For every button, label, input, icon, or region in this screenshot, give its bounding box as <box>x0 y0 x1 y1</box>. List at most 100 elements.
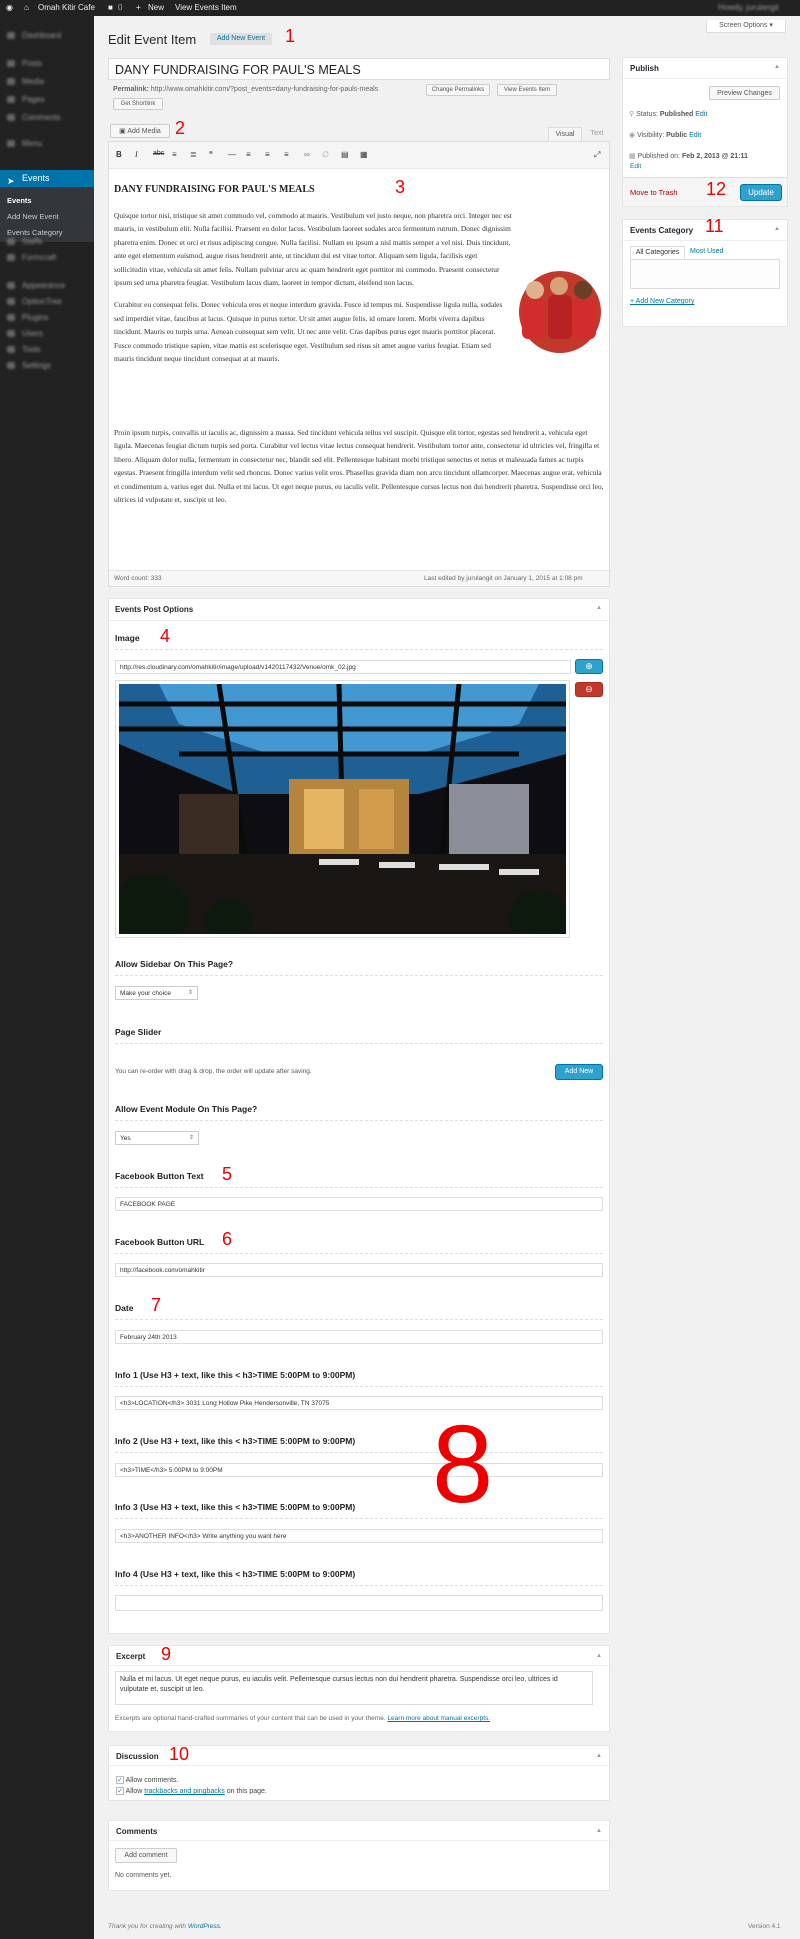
view-events-item-button[interactable]: View Events Item <box>497 84 557 96</box>
info-3-input[interactable]: <h3>ANOTHER INFO</h3> Write anything you… <box>115 1529 603 1543</box>
permalink-url[interactable]: http://www.omahkitir.com/?post_events=da… <box>151 86 378 93</box>
sidebar-item-settings[interactable]: Settings <box>0 358 94 373</box>
collapse-arrow-icon[interactable]: ▲ <box>596 1828 602 1834</box>
submenu-events[interactable]: Events <box>7 196 32 205</box>
sidebar-item-events[interactable]: ➤ Events <box>0 170 94 187</box>
sidebar-item-dashboard[interactable]: Dashboard <box>0 28 94 43</box>
trackbacks-link[interactable]: trackbacks and pingbacks <box>144 1788 225 1795</box>
collapse-arrow-icon[interactable]: ▲ <box>774 226 780 232</box>
sidebar-item-formcraft[interactable]: Formcraft <box>0 250 94 265</box>
info-4-input[interactable] <box>115 1595 603 1611</box>
sidebar-item-tools[interactable]: Tools <box>0 342 94 357</box>
image-url-input[interactable]: http://res.cloudinary.com/omahkitir/imag… <box>115 660 571 674</box>
post-title-input[interactable]: DANY FUNDRAISING FOR PAUL'S MEALS <box>108 58 610 80</box>
content-heading: DANY FUNDRAISING FOR PAUL'S MEALS <box>114 184 315 195</box>
strikethrough-icon[interactable]: abc <box>153 150 164 157</box>
submenu-add-new-event[interactable]: Add New Event <box>7 212 59 221</box>
annotation-7: 7 <box>151 1295 162 1315</box>
tab-visual[interactable]: Visual <box>548 127 582 141</box>
media-icon: ▣ <box>119 128 126 135</box>
visibility-edit-link[interactable]: Edit <box>689 132 701 139</box>
learn-more-excerpts-link[interactable]: Learn more about manual excerpts. <box>387 1715 490 1722</box>
italic-icon[interactable]: I <box>135 150 138 159</box>
update-button[interactable]: Update <box>740 184 782 201</box>
home-icon[interactable]: ⌂ <box>24 3 29 12</box>
allow-comments-checkbox[interactable]: ✓ <box>116 1776 124 1784</box>
add-media-button[interactable]: ▣ Add Media <box>110 124 170 138</box>
wordpress-logo-icon[interactable]: ◉ <box>6 3 13 12</box>
excerpt-help: Excerpts are optional hand-crafted summa… <box>115 1715 491 1722</box>
category-checklist[interactable] <box>630 259 780 289</box>
excerpt-textarea[interactable]: Nulla et mi lacus. Ut eget neque purus, … <box>115 1671 593 1705</box>
get-shortlink-button[interactable]: Get Shortlink <box>113 98 163 110</box>
allow-trackbacks-checkbox[interactable]: ✓ <box>116 1787 124 1795</box>
numbered-list-icon[interactable]: ≣ <box>190 150 197 159</box>
collapse-arrow-icon[interactable]: ▲ <box>596 1753 602 1759</box>
annotation-10: 10 <box>169 1744 190 1764</box>
upload-image-button[interactable]: ⊕ <box>575 659 603 674</box>
wordpress-link[interactable]: WordPress. <box>188 1923 222 1930</box>
facebook-button-url-input[interactable]: http://facebook.com/omahkitir <box>115 1263 603 1277</box>
sidebar-item-comments[interactable]: Comments <box>0 110 94 125</box>
screen-options-button[interactable]: Screen Options ▾ <box>706 20 786 33</box>
view-events-item-link[interactable]: View Events Item <box>175 3 237 12</box>
date-input[interactable]: February 24th 2013 <box>115 1330 603 1344</box>
info-2-label: Info 2 (Use H3 + text, like this < h3>TI… <box>115 1436 356 1446</box>
sidebar-item-optiontree[interactable]: OptionTree <box>0 294 94 309</box>
comments-icon[interactable]: ■ <box>108 3 113 12</box>
sidebar-item-plugins[interactable]: Plugins <box>0 310 94 325</box>
sidebar-item-staffs[interactable]: Staffs <box>0 234 94 249</box>
facebook-button-text-input[interactable]: FACEBOOK PAGE <box>115 1197 603 1211</box>
add-new-category-link[interactable]: + Add New Category <box>630 298 694 305</box>
tab-most-used[interactable]: Most Used <box>690 246 734 259</box>
divider <box>115 1386 603 1387</box>
sidebar-item-appearance[interactable]: Appearance <box>0 278 94 293</box>
collapse-arrow-icon[interactable]: ▲ <box>774 64 780 70</box>
allow-sidebar-select[interactable]: Make your choice ⇕ <box>115 986 198 1000</box>
remove-image-button[interactable]: ⊖ <box>575 682 603 697</box>
horizontal-rule-icon[interactable]: — <box>228 150 236 159</box>
bullet-list-icon[interactable]: ≡ <box>172 150 177 159</box>
add-new-event-button[interactable]: Add New Event <box>210 33 272 45</box>
change-permalinks-button[interactable]: Change Permalinks <box>426 84 490 96</box>
collapse-arrow-icon[interactable]: ▲ <box>596 605 602 611</box>
align-left-icon[interactable]: ≡ <box>246 150 251 159</box>
sidebar-item-posts[interactable]: Posts <box>0 56 94 71</box>
plus-icon[interactable]: + <box>136 3 141 12</box>
sidebar-item-menu[interactable]: Menu <box>0 136 94 151</box>
read-more-icon[interactable]: ▤ <box>341 150 349 159</box>
staffs-icon <box>7 238 15 245</box>
bold-icon[interactable]: B <box>116 150 122 159</box>
fullscreen-icon[interactable]: ⤢ <box>594 150 600 160</box>
align-center-icon[interactable]: ≡ <box>265 150 270 159</box>
allow-event-module-select[interactable]: Yes ⇕ <box>115 1131 199 1145</box>
toolbar-toggle-icon[interactable]: ▦ <box>360 150 368 159</box>
status-edit-link[interactable]: Edit <box>695 111 707 118</box>
sidebar-item-media[interactable]: Media <box>0 74 94 89</box>
users-icon <box>7 330 15 337</box>
add-slide-button[interactable]: Add New <box>555 1064 603 1080</box>
new-link[interactable]: New <box>148 3 164 12</box>
preview-changes-button[interactable]: Preview Changes <box>709 86 780 100</box>
sidebar-item-users[interactable]: Users <box>0 326 94 341</box>
tab-text[interactable]: Text <box>584 127 610 141</box>
blockquote-icon[interactable]: “ <box>209 150 213 159</box>
info-2-input[interactable]: <h3>TIME</h3> 5:00PM to 9:00PM <box>115 1463 603 1477</box>
howdy-user[interactable]: Howdy, jurulangit <box>718 3 779 12</box>
sidebar-item-pages[interactable]: Pages <box>0 92 94 107</box>
tab-all-categories[interactable]: All Categories <box>630 246 685 259</box>
unlink-icon[interactable]: ∅ <box>322 150 329 159</box>
move-to-trash-link[interactable]: Move to Trash <box>630 188 678 197</box>
comments-count[interactable]: 0 <box>118 3 122 12</box>
published-edit-link[interactable]: Edit <box>630 163 641 170</box>
chevron-updown-icon: ⇕ <box>187 990 193 996</box>
allow-comments-row: ✓ Allow comments. <box>116 1776 179 1784</box>
collapse-arrow-icon[interactable]: ▲ <box>596 1653 602 1659</box>
info-1-input[interactable]: <h3>LOCATION</h3> 3031 Long Hollow Pike … <box>115 1396 603 1410</box>
allow-event-module-label: Allow Event Module On This Page? <box>115 1104 258 1114</box>
page-title: Edit Event Item <box>108 32 197 47</box>
align-right-icon[interactable]: ≡ <box>284 150 289 159</box>
link-icon[interactable]: ∞ <box>304 150 310 159</box>
site-name-link[interactable]: Omah Kitir Cafe <box>38 3 95 12</box>
add-comment-button[interactable]: Add comment <box>115 1848 177 1863</box>
